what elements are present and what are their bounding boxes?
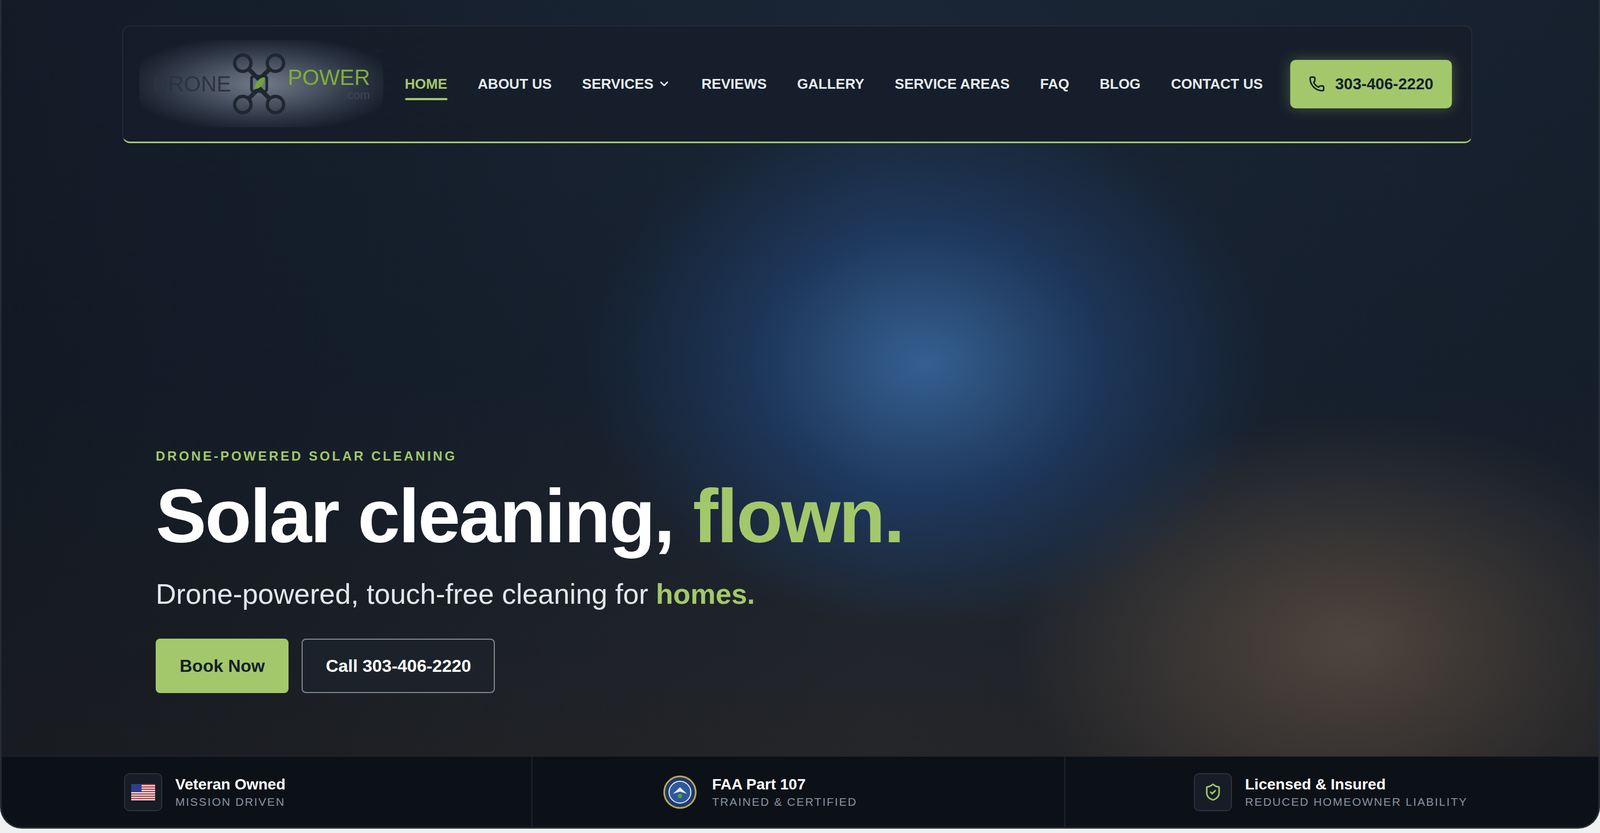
hero: DRONE POWER.com ™ HOME ABOUT US SERVICES REVIE… xyxy=(1,0,1599,757)
phone-button[interactable]: 303-406-2220 xyxy=(1290,59,1452,109)
page: DRONE POWER.com ™ HOME ABOUT US SERVICES REVIE… xyxy=(0,0,1600,829)
badge-text: Licensed & InsuredREDUCED HOMEOWNER LIAB… xyxy=(1245,775,1468,809)
phone-icon xyxy=(1308,75,1326,93)
nav-item[interactable]: HOME xyxy=(405,68,448,101)
logo-right: POWER.com xyxy=(287,66,370,102)
badge-title: Licensed & Insured xyxy=(1245,775,1468,794)
badge-subtitle: REDUCED HOMEOWNER LIABILITY xyxy=(1245,795,1468,809)
logo-suffix: .com xyxy=(344,89,371,102)
shield-check-icon xyxy=(1203,782,1223,802)
faa-seal-icon xyxy=(663,775,697,809)
nav-item[interactable]: CONTACT US xyxy=(1171,68,1264,101)
logo-word: DRONE xyxy=(152,71,231,97)
badge-subtitle: TRAINED & CERTIFIED xyxy=(712,795,857,809)
badge-subtitle: MISSION DRIVEN xyxy=(175,795,286,809)
trademark: ™ xyxy=(374,47,383,57)
subtitle-accent: homes. xyxy=(656,577,756,611)
nav-item[interactable]: GALLERY xyxy=(797,68,864,101)
flag-icon-box xyxy=(124,773,163,812)
shield-icon-box xyxy=(1193,773,1232,812)
nav-item[interactable]: SERVICE AREAS xyxy=(894,68,1010,101)
subtitle: Drone-powered, touch-free cleaning forho… xyxy=(155,577,1473,611)
trust-strip: Veteran OwnedMISSION DRIVEN FAA Part 107T… xyxy=(1,756,1599,827)
eyebrow: DRONE-POWERED SOLAR CLEANING xyxy=(155,448,1473,464)
trust-badge: Licensed & InsuredREDUCED HOMEOWNER LIAB… xyxy=(1064,756,1599,827)
nav-item[interactable]: BLOG xyxy=(1099,68,1141,101)
seal-icon-box xyxy=(660,773,700,812)
us-flag-icon xyxy=(131,783,156,801)
call-button[interactable]: Call 303-406-2220 xyxy=(301,638,495,694)
trust-badge: Veteran OwnedMISSION DRIVEN xyxy=(1,756,532,827)
hero-content: DRONE-POWERED SOLAR CLEANING Solar cleani… xyxy=(122,448,1473,694)
nav-item[interactable]: FAQ xyxy=(1040,68,1070,101)
badge-title: FAA Part 107 xyxy=(712,775,857,794)
headline: Solar cleaning,flown. xyxy=(155,473,1473,560)
book-button[interactable]: Book Now xyxy=(155,638,289,694)
logo[interactable]: DRONE POWER.com ™ xyxy=(139,40,384,128)
nav-item[interactable]: REVIEWS xyxy=(701,68,767,101)
badge-title: Veteran Owned xyxy=(175,775,286,794)
headline-accent: flown. xyxy=(693,473,904,560)
trust-badge: FAA Part 107TRAINED & CERTIFIED xyxy=(531,756,1065,827)
button-row: Book NowCall 303-406-2220 xyxy=(155,638,1473,694)
nav-item[interactable]: ABOUT US xyxy=(477,68,553,101)
drone-logo-icon xyxy=(233,51,286,117)
nav-bar: DRONE POWER.com ™ HOME ABOUT US SERVICES REVIE… xyxy=(122,25,1473,144)
nav-list: HOME ABOUT US SERVICES REVIEWS GALLERY SERVIC… xyxy=(405,68,1291,101)
logo-word: POWER xyxy=(287,66,370,89)
badge-text: Veteran OwnedMISSION DRIVEN xyxy=(175,775,286,809)
nav-item[interactable]: SERVICES xyxy=(581,68,671,101)
badge-text: FAA Part 107TRAINED & CERTIFIED xyxy=(712,775,857,809)
chevron-down-icon xyxy=(657,77,671,91)
